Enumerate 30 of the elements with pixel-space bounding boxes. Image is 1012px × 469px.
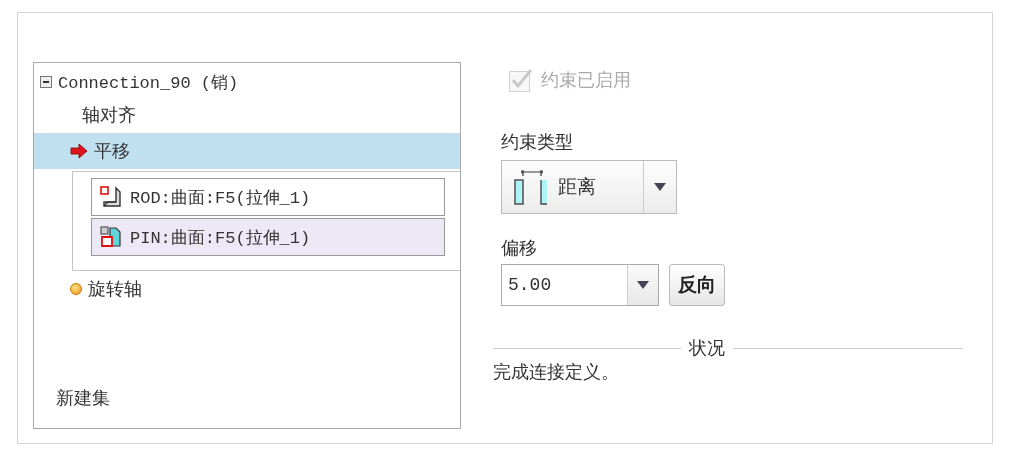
section-title: 状况 xyxy=(689,336,725,360)
status-dot-icon xyxy=(70,283,82,295)
dropdown-arrow-icon xyxy=(654,183,666,191)
tree-item-label: 平移 xyxy=(94,139,130,163)
tree-item[interactable]: 轴对齐 xyxy=(34,97,460,133)
offset-field[interactable]: 5.00 xyxy=(501,264,627,306)
constraint-type-dropdown[interactable]: 距离 xyxy=(501,160,677,214)
tree-item-row[interactable]: 平移 xyxy=(34,133,460,169)
checkbox-label: 约束已启用 xyxy=(541,68,631,92)
dropdown-button[interactable] xyxy=(627,264,659,306)
flip-button[interactable]: 反向 xyxy=(669,264,725,306)
reference-text: ROD:曲面:F5(拉伸_1) xyxy=(130,187,311,209)
arrow-icon xyxy=(70,143,88,159)
reference-row[interactable]: PIN:曲面:F5(拉伸_1) xyxy=(91,218,445,256)
part-icon xyxy=(100,186,122,208)
reference-row[interactable]: ROD:曲面:F5(拉伸_1) xyxy=(91,178,445,216)
status-message: 完成连接定义。 xyxy=(493,360,620,384)
field-label: 约束类型 xyxy=(501,130,574,154)
tree-item-label: 旋转轴 xyxy=(88,277,142,301)
new-set-link[interactable]: 新建集 xyxy=(34,386,460,410)
distance-icon xyxy=(514,168,548,206)
tree-node-label[interactable]: Connection_90 (销) xyxy=(58,70,239,94)
checked-checkbox-icon xyxy=(509,68,533,92)
collapse-icon[interactable] xyxy=(40,76,52,88)
reference-text: PIN:曲面:F5(拉伸_1) xyxy=(130,227,311,249)
dropdown-arrow-icon xyxy=(637,281,649,289)
part-icon xyxy=(100,226,122,248)
tree-item-row[interactable]: 旋转轴 xyxy=(34,271,460,307)
field-label: 偏移 xyxy=(501,236,538,260)
dropdown-value: 距离 xyxy=(558,174,596,199)
